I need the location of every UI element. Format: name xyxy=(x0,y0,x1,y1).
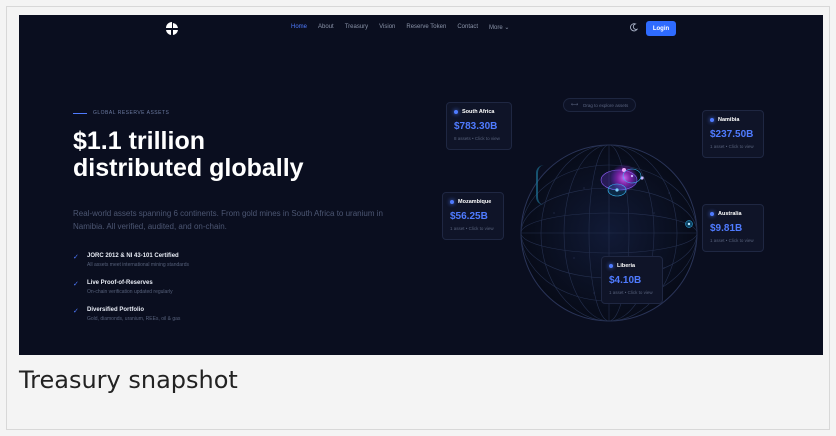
nav-link-about[interactable]: About xyxy=(318,24,334,31)
brand-logo-icon[interactable] xyxy=(165,22,179,36)
country-name: Namibia xyxy=(718,117,740,123)
globe-edge-glow xyxy=(536,165,544,205)
eyebrow-label: GLOBAL RESERVE ASSETS xyxy=(93,110,170,116)
image-caption: Treasury snapshot xyxy=(19,366,238,394)
location-dot-icon xyxy=(609,264,613,268)
interactive-globe[interactable] xyxy=(514,118,704,348)
drag-icon: ⟷ xyxy=(571,102,579,108)
check-icon: ✓ xyxy=(73,253,79,261)
eyebrow-divider xyxy=(73,112,87,114)
country-value: $9.81B xyxy=(710,223,743,234)
feature-title: Live Proof-of-Reserves xyxy=(87,280,153,286)
country-name: Mozambique xyxy=(458,199,492,205)
nav-link-contact[interactable]: Contact xyxy=(457,24,478,31)
country-value: $783.30B xyxy=(454,121,498,132)
feature-title: Diversified Portfolio xyxy=(87,307,145,313)
nav-link-reserve-token[interactable]: Reserve Token xyxy=(406,24,446,31)
check-icon: ✓ xyxy=(73,280,79,288)
nav-link-home[interactable]: Home xyxy=(291,24,307,31)
section-eyebrow: GLOBAL RESERVE ASSETS xyxy=(73,110,169,116)
website-screenshot: Home About Treasury Vision Reserve Token… xyxy=(19,15,823,355)
nav-link-vision[interactable]: Vision xyxy=(379,24,395,31)
country-name: South Africa xyxy=(462,109,495,115)
nav-link-treasury[interactable]: Treasury xyxy=(345,24,368,31)
country-note: 1 asset • Click to view xyxy=(710,238,754,243)
country-card-namibia[interactable]: Namibia $237.50B 1 asset • Click to view xyxy=(702,110,764,158)
feature-description: On-chain verification updated regularly xyxy=(87,289,173,295)
location-dot-icon xyxy=(710,118,714,122)
location-dot-icon xyxy=(450,200,454,204)
country-card-liberia[interactable]: Liberia $4.10B 1 asset • Click to view xyxy=(601,256,663,304)
country-card-south-africa[interactable]: South Africa $783.30B 8 assets • Click t… xyxy=(446,102,512,150)
location-dot-icon xyxy=(710,212,714,216)
drag-hint-label: Drag to explore assets xyxy=(583,102,629,108)
location-dot-icon xyxy=(454,110,458,114)
drag-hint: ⟷ Drag to explore assets xyxy=(563,98,637,112)
feature-description: Gold, diamonds, uranium, REEs, oil & gas xyxy=(87,316,181,322)
country-value: $237.50B xyxy=(710,129,754,140)
top-navigation: Home About Treasury Vision Reserve Token… xyxy=(19,15,823,43)
country-value: $4.10B xyxy=(609,275,642,286)
headline-line-2: distributed globally xyxy=(73,154,304,182)
feature-item: ✓ JORC 2012 & NI 43-101 Certified All as… xyxy=(73,253,189,280)
country-name: Liberia xyxy=(617,263,636,269)
hero-headline: $1.1 trillion distributed globally xyxy=(73,128,413,182)
nav-links: Home About Treasury Vision Reserve Token… xyxy=(291,24,509,31)
country-note: 1 asset • Click to view xyxy=(609,290,653,295)
country-note: 1 asset • Click to view xyxy=(710,144,754,149)
hero-subtext: Real-world assets spanning 6 continents.… xyxy=(73,209,383,231)
feature-item: ✓ Live Proof-of-Reserves On-chain verifi… xyxy=(73,280,189,307)
country-note: 8 assets • Click to view xyxy=(454,136,500,141)
country-value: $56.25B xyxy=(450,211,488,222)
feature-title: JORC 2012 & NI 43-101 Certified xyxy=(87,253,179,259)
nav-link-more[interactable]: More ⌄ xyxy=(489,24,509,31)
moon-icon[interactable] xyxy=(629,23,638,32)
country-card-mozambique[interactable]: Mozambique $56.25B 1 asset • Click to vi… xyxy=(442,192,504,240)
check-icon: ✓ xyxy=(73,307,79,315)
country-name: Australia xyxy=(718,211,742,217)
feature-item: ✓ Diversified Portfolio Gold, diamonds, … xyxy=(73,307,189,334)
feature-description: All assets meet international mining sta… xyxy=(87,262,189,268)
headline-line-1: $1.1 trillion xyxy=(73,127,205,155)
feature-list: ✓ JORC 2012 & NI 43-101 Certified All as… xyxy=(73,253,189,334)
country-card-australia[interactable]: Australia $9.81B 1 asset • Click to view xyxy=(702,204,764,252)
login-button[interactable]: Login xyxy=(646,21,676,36)
country-note: 1 asset • Click to view xyxy=(450,226,494,231)
